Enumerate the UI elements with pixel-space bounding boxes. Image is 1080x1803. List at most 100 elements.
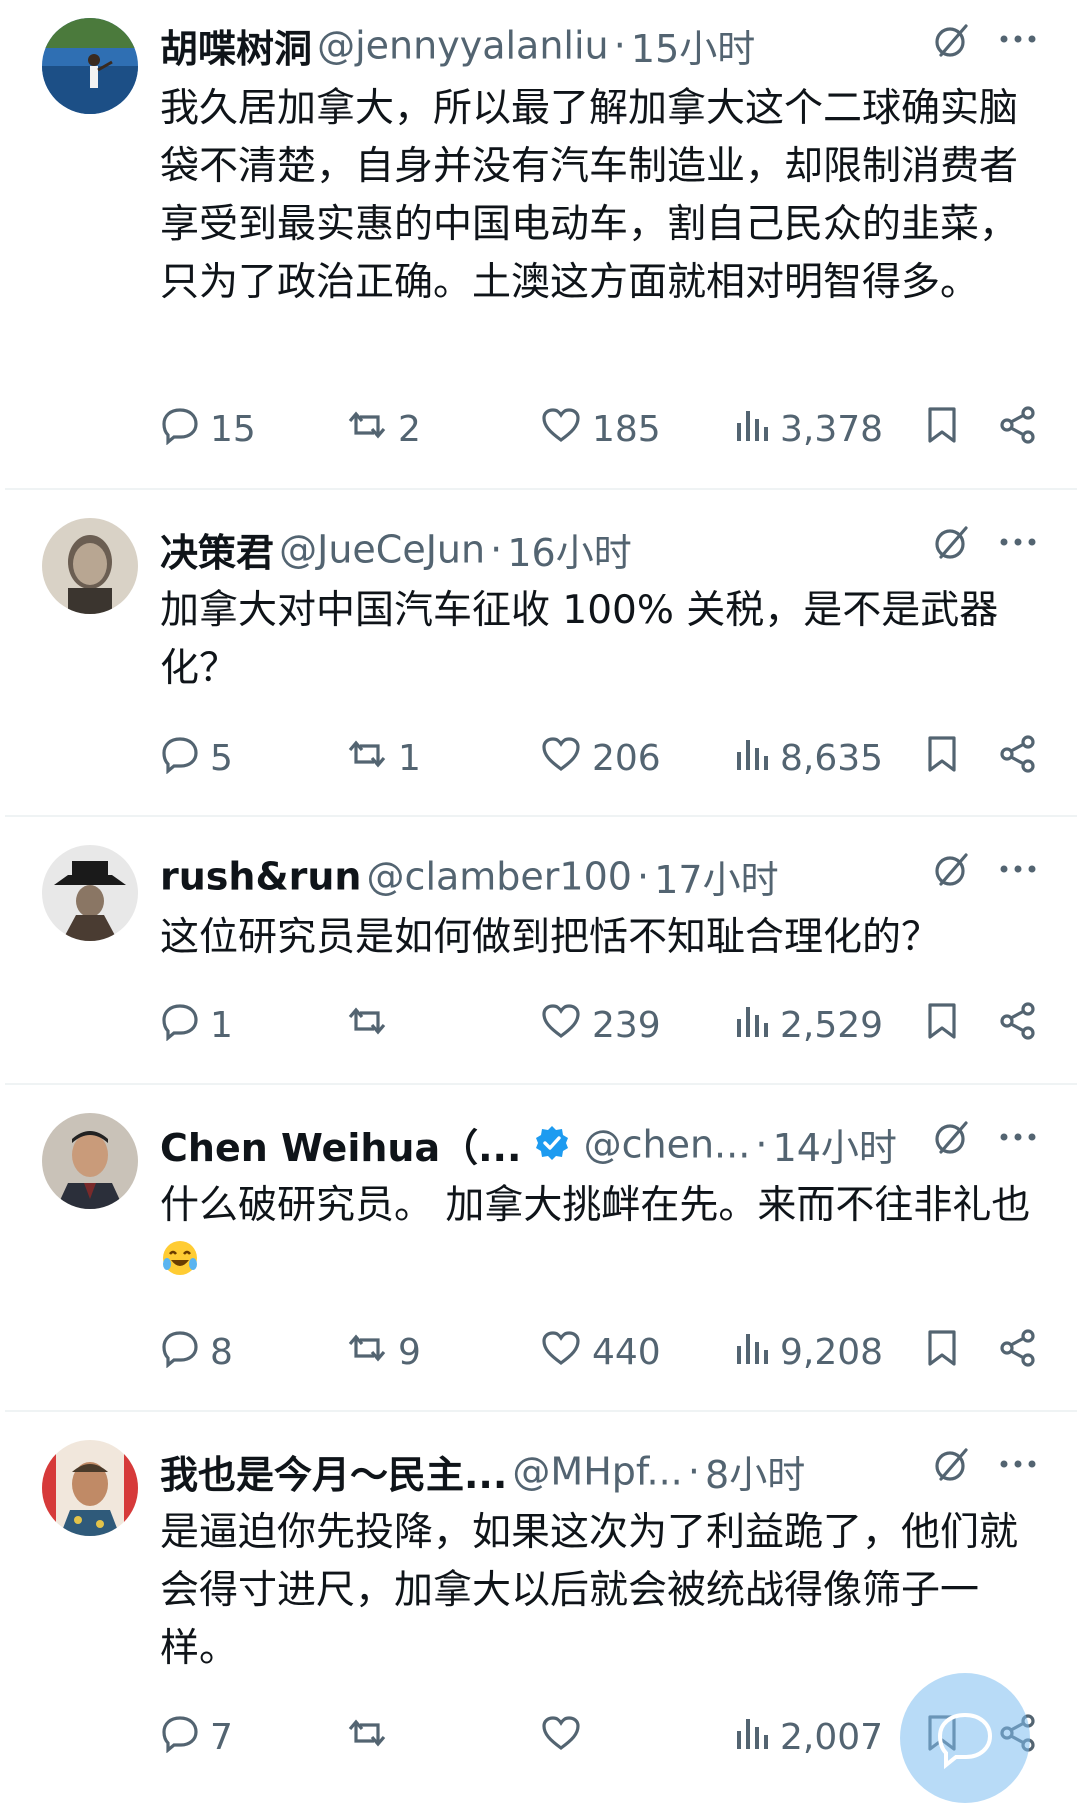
- like-button[interactable]: [540, 1707, 592, 1767]
- share-icon: [998, 405, 1048, 454]
- tweet-text: 这位研究员是如何做到把恬不知耻合理化的？: [160, 915, 941, 960]
- compose-reply-button[interactable]: [900, 1673, 1030, 1803]
- avatar[interactable]: [42, 518, 138, 614]
- action-bar: 15 2 185 3,378: [160, 399, 1040, 459]
- display-name[interactable]: 我也是今月～民主...: [160, 1453, 507, 1497]
- more-icon[interactable]: [998, 527, 1038, 561]
- share-button[interactable]: [998, 399, 1048, 459]
- views-button[interactable]: 2,007: [734, 1707, 883, 1767]
- divider: [5, 488, 1077, 490]
- views-icon: [734, 734, 780, 783]
- bookmark-button[interactable]: [925, 728, 969, 788]
- share-button[interactable]: [998, 1322, 1048, 1382]
- timestamp[interactable]: 8小时: [705, 1453, 805, 1497]
- share-icon: [998, 734, 1048, 783]
- reply-count: 15: [210, 408, 256, 450]
- avatar[interactable]: [42, 845, 138, 941]
- display-name[interactable]: rush&run: [160, 855, 361, 899]
- grok-icon[interactable]: [932, 522, 972, 566]
- share-button[interactable]: [998, 728, 1048, 788]
- views-count: 3,378: [780, 408, 884, 450]
- share-icon: [998, 1328, 1048, 1377]
- separator-dot: ·: [687, 1449, 700, 1494]
- repost-button[interactable]: [346, 1707, 398, 1767]
- views-count: 2,007: [780, 1716, 884, 1758]
- action-bar: 1 239 2,529: [160, 995, 1040, 1055]
- views-button[interactable]: 8,635: [734, 728, 883, 788]
- grok-icon[interactable]: [932, 849, 972, 893]
- repost-icon: [346, 1713, 398, 1762]
- timestamp[interactable]: 15小时: [631, 27, 755, 71]
- reply-button[interactable]: 1: [160, 995, 233, 1055]
- more-icon[interactable]: [998, 854, 1038, 888]
- like-count: 206: [592, 737, 661, 779]
- like-button[interactable]: 440: [540, 1322, 661, 1382]
- heart-icon: [540, 1713, 592, 1762]
- grok-icon[interactable]: [932, 1444, 972, 1488]
- share-button[interactable]: [998, 995, 1048, 1055]
- grok-icon[interactable]: [932, 20, 972, 64]
- divider: [5, 1410, 1077, 1412]
- like-count: 185: [592, 408, 661, 450]
- reply-button[interactable]: 15: [160, 399, 256, 459]
- action-bar: 8 9 440 9,208: [160, 1322, 1040, 1382]
- repost-button[interactable]: 1: [346, 728, 421, 788]
- more-icon[interactable]: [998, 1449, 1038, 1483]
- avatar[interactable]: [42, 18, 138, 114]
- reply-icon: [160, 1001, 210, 1050]
- more-icon[interactable]: [998, 24, 1038, 58]
- repost-icon: [346, 734, 398, 783]
- repost-button[interactable]: [346, 995, 398, 1055]
- reply-count: 1: [210, 1004, 233, 1046]
- action-bar: 5 1 206 8,635: [160, 728, 1040, 788]
- repost-button[interactable]: 9: [346, 1322, 421, 1382]
- divider: [5, 815, 1077, 817]
- repost-count: 2: [398, 408, 421, 450]
- user-handle[interactable]: @chen...: [584, 1123, 751, 1167]
- display-name[interactable]: 决策君: [160, 531, 274, 575]
- heart-icon: [540, 405, 592, 454]
- user-handle[interactable]: @MHpf...: [512, 1450, 682, 1494]
- like-button[interactable]: 239: [540, 995, 661, 1055]
- views-button[interactable]: 3,378: [734, 399, 883, 459]
- more-icon[interactable]: [998, 1122, 1038, 1156]
- repost-icon: [346, 405, 398, 454]
- bookmark-button[interactable]: [925, 1322, 969, 1382]
- reply-button[interactable]: 7: [160, 1707, 233, 1767]
- repost-icon: [346, 1001, 398, 1050]
- display-name[interactable]: Chen Weihua（...: [160, 1126, 521, 1170]
- repost-count: 1: [398, 737, 421, 779]
- repost-button[interactable]: 2: [346, 399, 421, 459]
- grok-icon[interactable]: [932, 1117, 972, 1161]
- reply-count: 7: [210, 1716, 233, 1758]
- avatar[interactable]: [42, 1440, 138, 1536]
- tweet-text: 加拿大对中国汽车征收 100% 关税，是不是武器化？: [160, 588, 999, 691]
- repost-icon: [346, 1328, 398, 1377]
- timestamp[interactable]: 14小时: [773, 1126, 897, 1170]
- divider: [5, 1083, 1077, 1085]
- reply-button[interactable]: 8: [160, 1322, 233, 1382]
- reply-icon: [160, 734, 210, 783]
- heart-icon: [540, 734, 592, 783]
- user-handle[interactable]: @JueCeJun: [279, 528, 485, 572]
- views-icon: [734, 1328, 780, 1377]
- reply-button[interactable]: 5: [160, 728, 233, 788]
- timestamp[interactable]: 16小时: [507, 531, 631, 575]
- views-button[interactable]: 2,529: [734, 995, 883, 1055]
- display-name[interactable]: 胡喋树洞: [160, 27, 312, 71]
- avatar[interactable]: [42, 1113, 138, 1209]
- separator-dot: ·: [637, 854, 650, 899]
- laughing-crying-emoji-icon: [160, 1237, 200, 1295]
- bookmark-icon: [925, 1328, 969, 1377]
- views-button[interactable]: 9,208: [734, 1322, 883, 1382]
- like-button[interactable]: 206: [540, 728, 661, 788]
- bookmark-button[interactable]: [925, 399, 969, 459]
- like-count: 239: [592, 1004, 661, 1046]
- bookmark-button[interactable]: [925, 995, 969, 1055]
- tweet-text: 是逼迫你先投降，如果这次为了利益跪了，他们就会得寸进尺，加拿大以后就会被统战得像…: [160, 1510, 1019, 1671]
- timestamp[interactable]: 17小时: [654, 858, 778, 902]
- user-handle[interactable]: @jennyyalanliu: [317, 24, 609, 68]
- user-handle[interactable]: @clamber100: [367, 855, 632, 899]
- like-button[interactable]: 185: [540, 399, 661, 459]
- views-count: 2,529: [780, 1004, 884, 1046]
